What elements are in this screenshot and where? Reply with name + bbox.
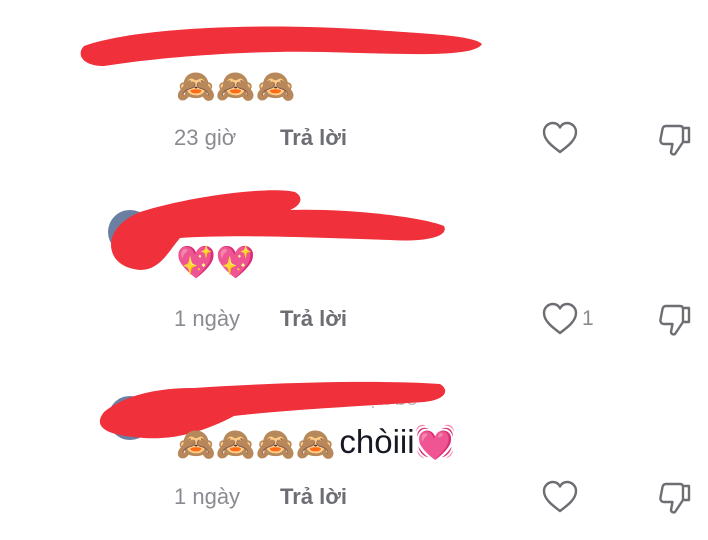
redaction-mark <box>111 190 445 270</box>
monkey-emoji: 🙈 <box>295 425 336 463</box>
avatar[interactable] <box>108 396 152 440</box>
sparkling-heart-emoji: 💖 <box>215 243 256 281</box>
sparkling-heart-emoji: 💖 <box>176 243 216 281</box>
heart-outline-icon <box>542 480 578 513</box>
comment-item: 💖💖 1 ngày Trả lời 1 <box>0 180 708 360</box>
comment-meta: 23 giờ Trả lời <box>174 124 347 152</box>
avatar[interactable] <box>108 210 152 254</box>
comment-emoji-line: 💖💖 <box>176 242 256 282</box>
monkey-emoji: 🙈 <box>176 67 216 105</box>
redaction-mark <box>80 26 482 66</box>
dislike-button[interactable] <box>658 480 692 520</box>
reply-button[interactable]: Trả lời <box>280 124 347 152</box>
dislike-button[interactable] <box>658 122 692 162</box>
comment-item: Bạn bè 🙈🙈🙈🙈 chòiii💓 1 ngày Trả lời <box>0 360 708 540</box>
comment-time: 1 ngày <box>174 306 241 331</box>
comment-meta: 1 ngày Trả lời <box>174 483 347 511</box>
heart-outline-icon <box>542 121 578 154</box>
thumbs-down-icon <box>659 482 691 514</box>
like-button[interactable] <box>542 121 578 155</box>
like-button[interactable]: 1 <box>542 302 594 336</box>
like-button[interactable] <box>542 480 578 514</box>
comment-time: 23 giờ <box>174 125 237 150</box>
dislike-button[interactable] <box>658 302 692 342</box>
comment-text: chòiii💓 <box>339 423 456 460</box>
comment-emoji-line: 🙈🙈🙈 <box>176 66 296 106</box>
friend-badge: Bạn bè <box>354 388 418 410</box>
comment-meta: 1 ngày Trả lời <box>174 305 347 333</box>
thumbs-down-icon <box>659 304 691 336</box>
monkey-emoji: 🙈 <box>215 425 256 463</box>
thumbs-down-icon <box>659 124 691 156</box>
reply-button[interactable]: Trả lời <box>280 305 347 333</box>
like-count: 1 <box>582 307 594 330</box>
heart-outline-icon <box>542 302 578 335</box>
comment-time: 1 ngày <box>174 484 241 509</box>
monkey-emoji: 🙈 <box>176 425 216 463</box>
comment-item: 🙈🙈🙈 23 giờ Trả lời <box>0 0 708 180</box>
monkey-emoji: 🙈 <box>255 425 296 463</box>
comment-emoji-line: 🙈🙈🙈🙈 chòiii💓 <box>176 422 456 464</box>
monkey-emoji: 🙈 <box>215 67 256 105</box>
reply-button[interactable]: Trả lời <box>280 483 347 511</box>
monkey-emoji: 🙈 <box>255 67 296 105</box>
